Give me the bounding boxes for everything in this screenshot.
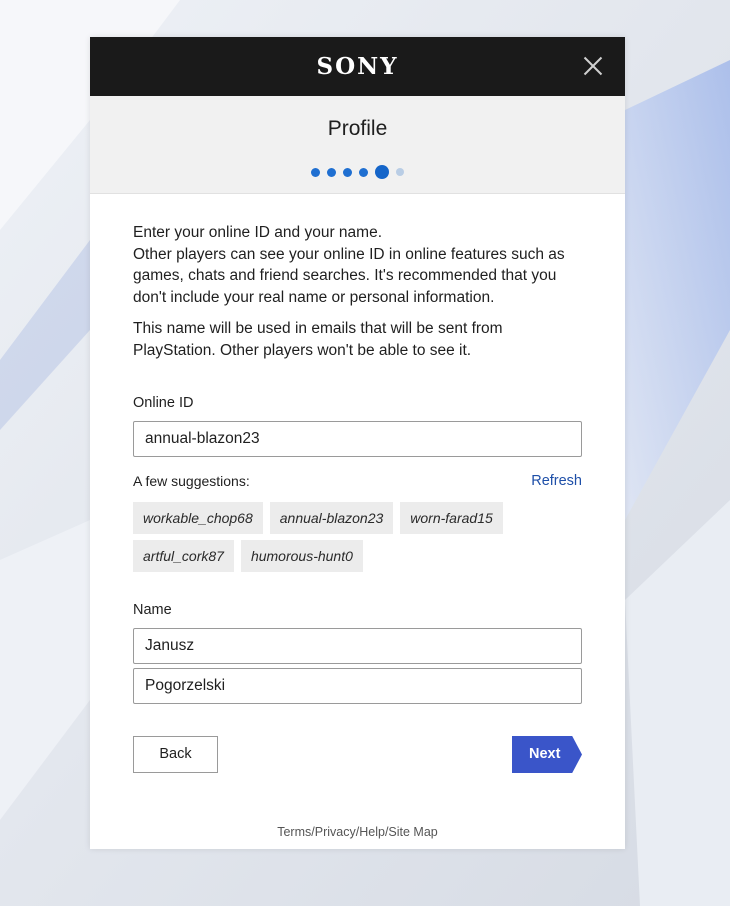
name-usage-note: This name will be used in emails that wi…: [133, 320, 503, 359]
dialog-header: Profile: [90, 96, 625, 194]
next-button[interactable]: Next: [512, 736, 582, 773]
suggestion-chip[interactable]: humorous-hunt0: [240, 540, 363, 572]
site-map-link[interactable]: Site Map: [388, 825, 437, 839]
online-id-label: Online ID: [133, 395, 194, 411]
progress-step-done: [359, 167, 368, 177]
online-id-input[interactable]: [133, 421, 582, 457]
suggestions-label: A few suggestions:: [133, 473, 250, 489]
suggestion-chip[interactable]: annual-blazon23: [269, 502, 394, 534]
footer-links: Terms/Privacy/Help/Site Map: [90, 825, 625, 839]
intro-line-1: Enter your online ID and your name.: [133, 224, 382, 241]
suggestion-chip[interactable]: artful_cork87: [133, 540, 234, 572]
privacy-link[interactable]: Privacy: [315, 825, 356, 839]
progress-step-current: [375, 165, 389, 179]
back-button[interactable]: Back: [133, 736, 218, 773]
name-label: Name: [133, 602, 172, 618]
suggestion-chip[interactable]: worn-farad15: [400, 502, 503, 534]
intro-line-2: Other players can see your online ID in …: [133, 245, 565, 306]
page-title: Profile: [327, 117, 388, 140]
profile-dialog: SONY Profile Enter your online ID and yo…: [90, 37, 625, 849]
sony-logo: SONY: [316, 53, 399, 80]
help-link[interactable]: Help: [359, 825, 385, 839]
last-name-input[interactable]: [133, 668, 582, 704]
close-icon[interactable]: [583, 56, 603, 76]
suggestion-chips: workable_chop68 annual-blazon23 worn-far…: [133, 502, 553, 572]
progress-step-done: [343, 167, 352, 177]
dialog-topbar: SONY: [90, 37, 625, 96]
form-content: Enter your online ID and your name. Othe…: [133, 222, 582, 773]
suggestions-header: A few suggestions: Refresh: [133, 473, 582, 493]
refresh-suggestions-link[interactable]: Refresh: [531, 473, 582, 489]
progress-indicator: [90, 165, 625, 179]
progress-step-todo: [396, 168, 404, 176]
terms-link[interactable]: Terms: [277, 825, 311, 839]
progress-step-done: [311, 167, 320, 177]
suggestion-chip[interactable]: workable_chop68: [133, 502, 263, 534]
first-name-input[interactable]: [133, 628, 582, 664]
progress-step-done: [327, 167, 336, 177]
intro-text: Enter your online ID and your name. Othe…: [133, 222, 582, 308]
